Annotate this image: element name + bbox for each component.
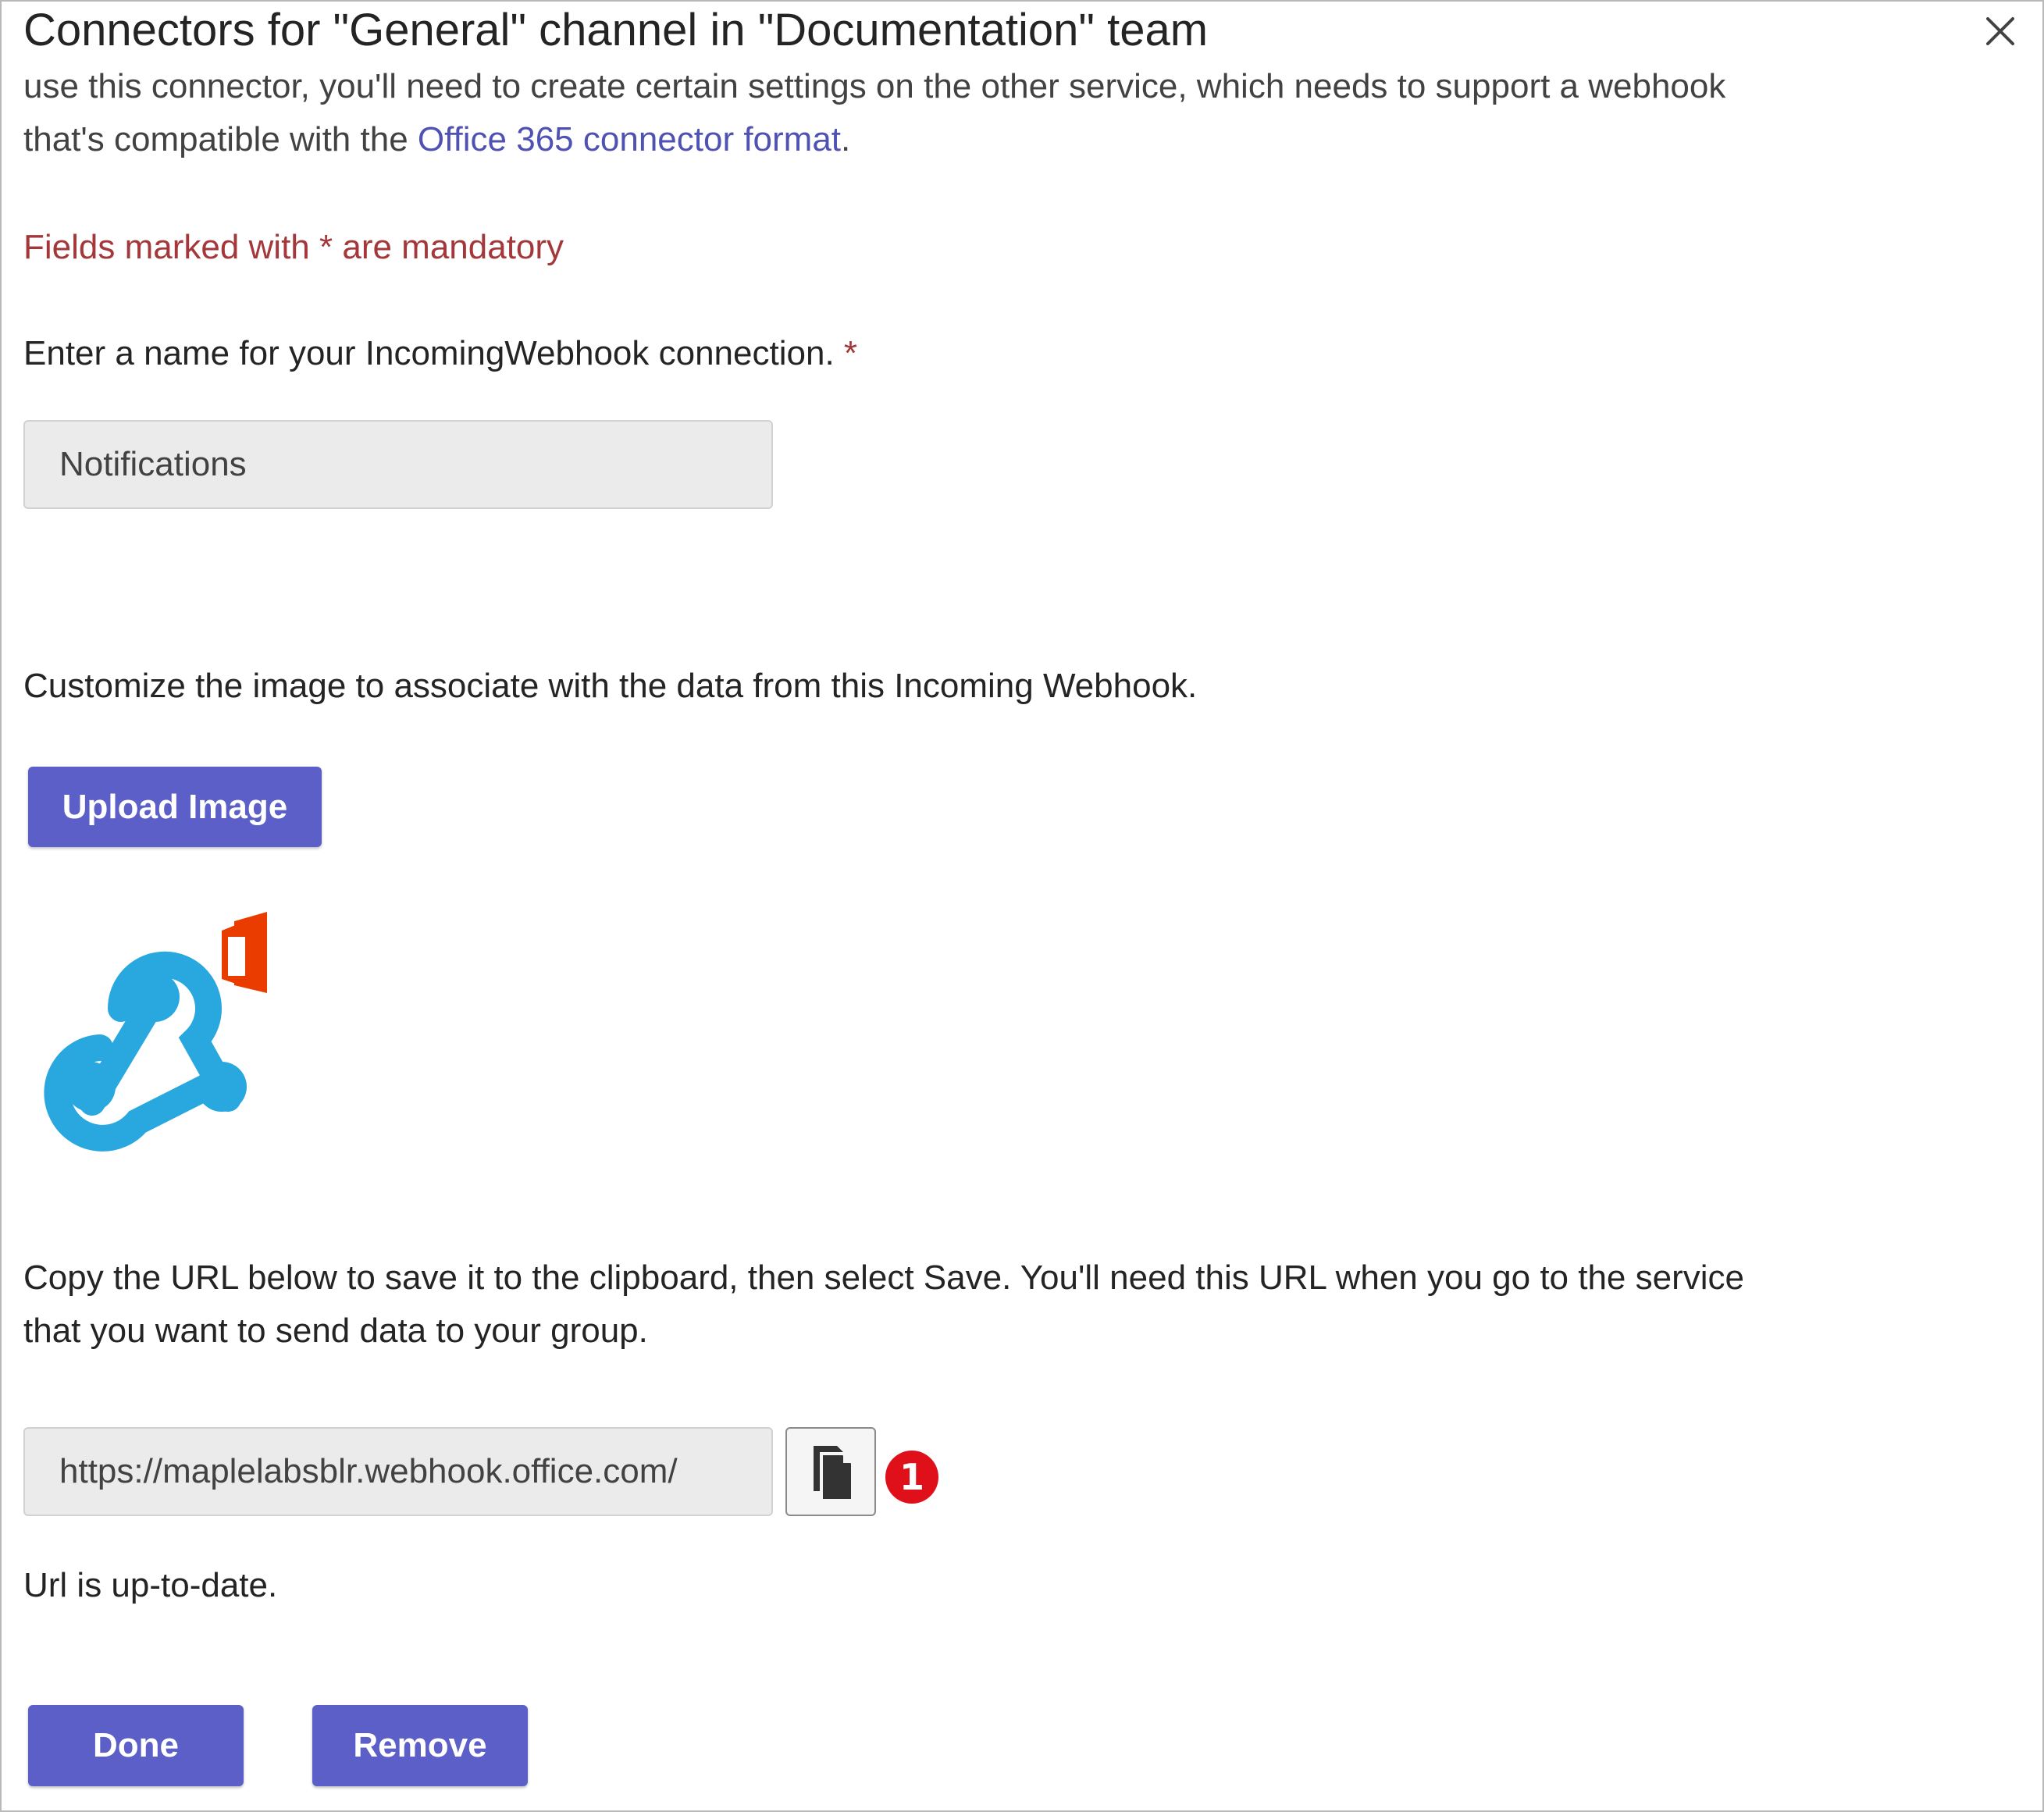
dialog-title: Connectors for "General" channel in "Doc… [23,5,1209,55]
intro-text-prefix: that's compatible with the [23,120,418,158]
intro-text-line-2: that's compatible with the Office 365 co… [23,112,850,166]
webhook-url-input[interactable]: https://maplelabsblr.webhook.office.com/ [23,1427,773,1516]
upload-image-button[interactable]: Upload Image [28,767,322,847]
connection-name-label: Enter a name for your IncomingWebhook co… [23,326,857,380]
customize-image-label: Customize the image to associate with th… [23,667,1198,705]
required-asterisk: * [843,334,858,372]
close-icon [1986,17,2014,45]
intro-text-suffix: . [841,120,851,158]
copy-url-button[interactable] [785,1427,876,1516]
url-instructions-line-2: that you want to send data to your group… [23,1312,648,1350]
incoming-webhook-logo [44,912,267,1152]
connection-name-label-text: Enter a name for your IncomingWebhook co… [23,334,835,372]
mandatory-fields-note: Fields marked with * are mandatory [23,228,564,266]
callout-badge: 1 [885,1451,938,1504]
close-button[interactable] [1977,8,2024,55]
connector-dialog: Connectors for "General" channel in "Doc… [0,0,2044,1812]
copy-icon [814,1446,854,1502]
office365-connector-format-link[interactable]: Office 365 connector format [418,120,841,158]
url-instructions-line-1: Copy the URL below to save it to the cli… [23,1258,1744,1297]
url-status-text: Url is up-to-date. [23,1566,278,1604]
intro-text-line-1: use this connector, you'll need to creat… [23,67,1726,105]
office-logo-icon [222,912,267,993]
connection-name-input[interactable]: Notifications [23,420,773,509]
done-button[interactable]: Done [28,1705,244,1786]
remove-button[interactable]: Remove [312,1705,528,1786]
